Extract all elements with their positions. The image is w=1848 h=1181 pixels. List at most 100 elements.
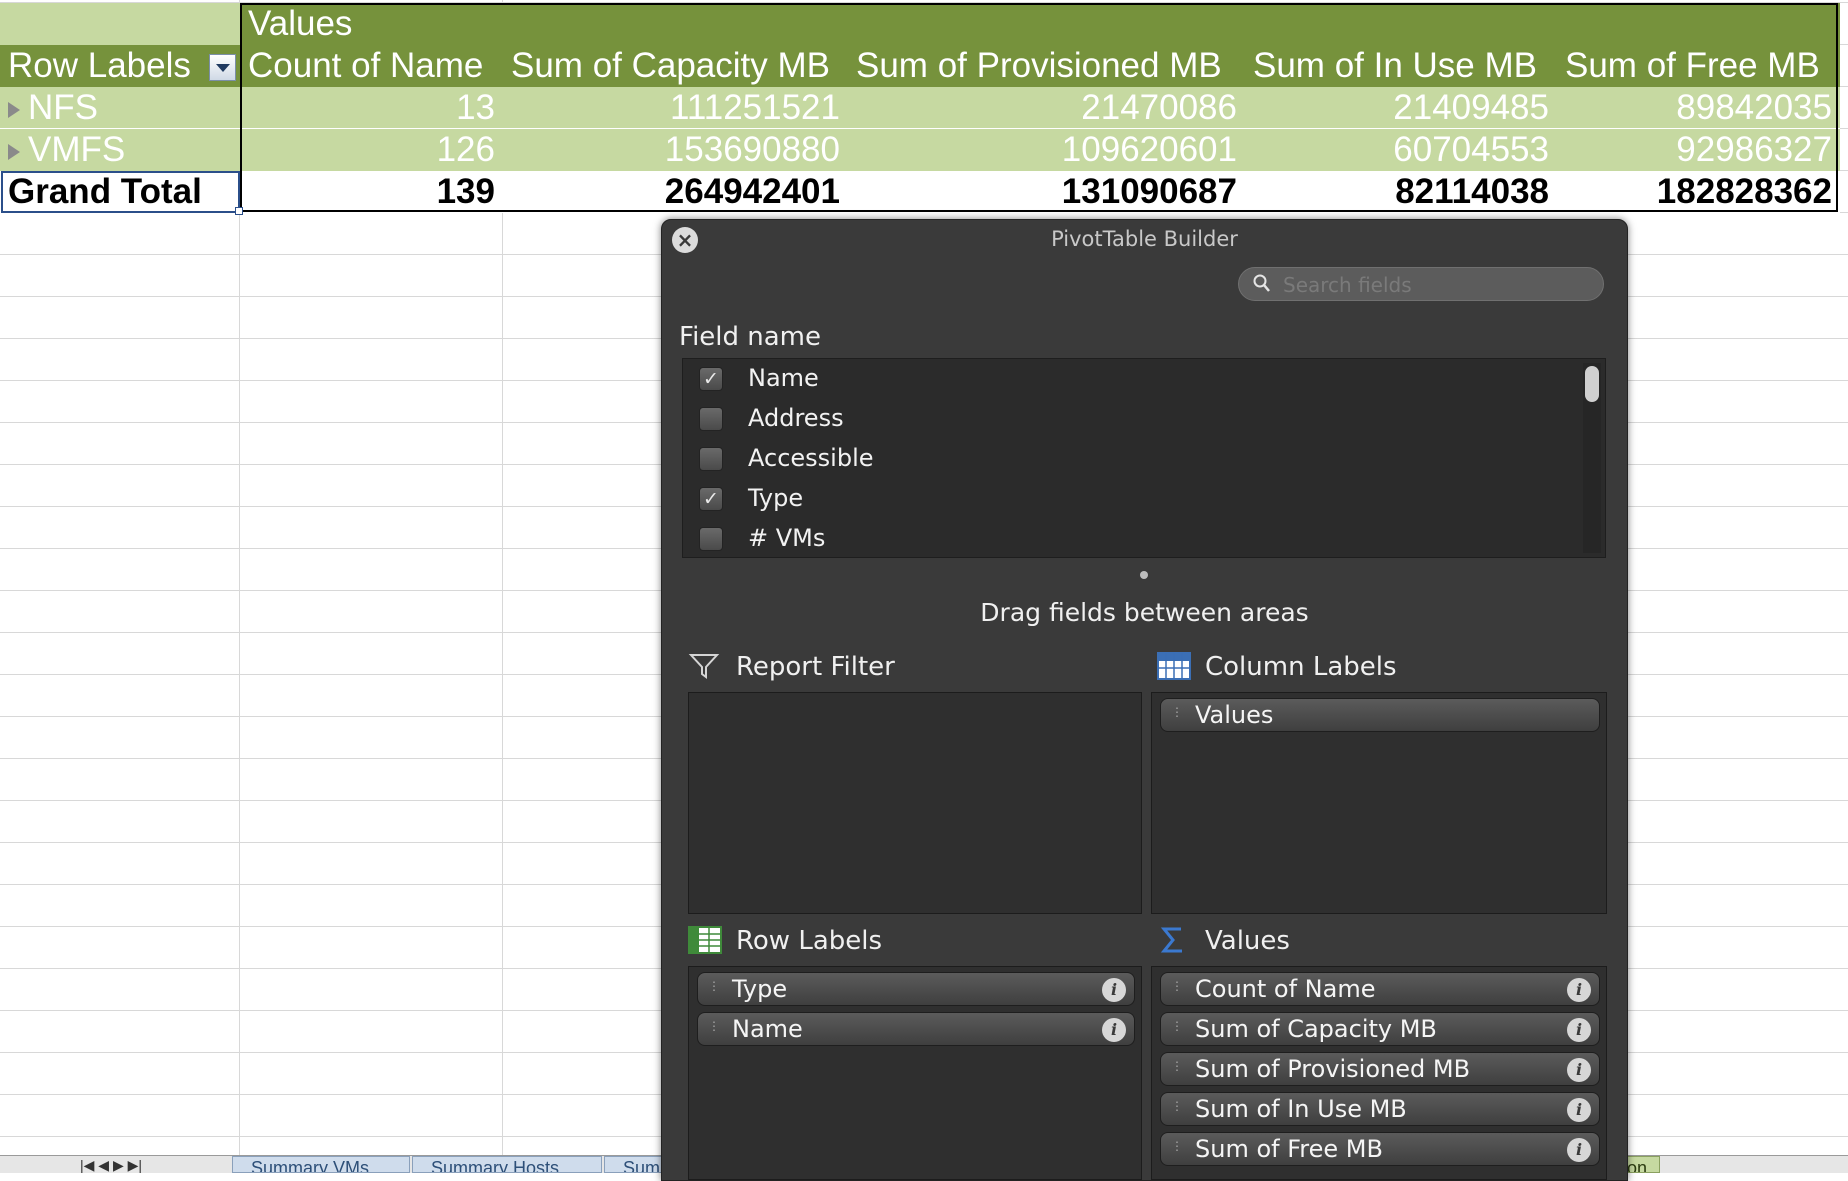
fill-handle[interactable] xyxy=(235,207,243,215)
drag-grip-icon: ⋮ xyxy=(708,979,720,993)
field-label: # VMs xyxy=(748,524,826,552)
splitter-handle[interactable] xyxy=(1140,571,1148,579)
checkbox-checked[interactable]: ✓ xyxy=(699,487,723,511)
field-list[interactable]: ✓ Name Address Accessible ✓ Type # VMs xyxy=(682,358,1606,558)
chip-label: Name xyxy=(732,1015,803,1043)
cell-value[interactable]: 92986327 xyxy=(1557,129,1840,171)
info-icon[interactable]: i xyxy=(1567,1058,1591,1082)
area-title: Row Labels xyxy=(736,926,883,956)
row-labels-filter-dropdown[interactable] xyxy=(209,54,236,81)
cell-value[interactable]: 21470086 xyxy=(848,87,1245,129)
grand-total-value[interactable]: 182828362 xyxy=(1557,171,1840,213)
row-labels-header-text: Row Labels xyxy=(8,46,191,85)
search-input[interactable] xyxy=(1281,272,1585,298)
row-labels-header[interactable]: Row Labels xyxy=(0,45,240,87)
row-labels-heading: Row Labels xyxy=(688,926,1088,960)
grand-total-value[interactable]: 139 xyxy=(240,171,503,213)
row-label-nfs[interactable]: NFS xyxy=(0,87,240,129)
sheet-nav-buttons[interactable]: |◀ ◀ ▶ ▶| xyxy=(80,1157,142,1174)
info-icon[interactable]: i xyxy=(1567,1098,1591,1122)
col-header-sum-provisioned[interactable]: Sum of Provisioned MB xyxy=(848,45,1245,87)
field-label: Name xyxy=(748,364,819,392)
drag-grip-icon: ⋮ xyxy=(1171,1099,1183,1113)
column-labels-chip-values[interactable]: ⋮ Values xyxy=(1160,698,1600,732)
col-header-sum-free[interactable]: Sum of Free MB xyxy=(1557,45,1840,87)
values-dropzone[interactable]: ⋮ Count of Name i ⋮ Sum of Capacity MB i… xyxy=(1151,966,1607,1180)
pivottable-builder-panel[interactable]: PivotTable Builder × Field name ✓ Name A… xyxy=(661,219,1628,1181)
chip-label: Sum of Capacity MB xyxy=(1195,1015,1437,1043)
pivot-row-nfs[interactable]: NFS 13 111251521 21470086 21409485 89842… xyxy=(0,87,1840,129)
expand-triangle-icon[interactable] xyxy=(8,101,20,118)
col-header-count-of-name[interactable]: Count of Name xyxy=(240,45,503,87)
column-labels-dropzone[interactable]: ⋮ Values xyxy=(1151,692,1607,914)
row-labels-chip-type[interactable]: ⋮ Type i xyxy=(697,972,1135,1006)
cell-value[interactable]: 21409485 xyxy=(1245,87,1557,129)
sigma-icon xyxy=(1157,924,1189,956)
info-icon[interactable]: i xyxy=(1102,978,1126,1002)
report-filter-dropzone[interactable] xyxy=(688,692,1142,914)
field-name-heading: Field name xyxy=(679,322,822,352)
row-labels-dropzone[interactable]: ⋮ Type i ⋮ Name i xyxy=(688,966,1142,1180)
search-icon xyxy=(1253,274,1271,299)
search-field[interactable] xyxy=(1238,267,1604,301)
cell-value[interactable]: 60704553 xyxy=(1245,129,1557,171)
cell-value[interactable]: 126 xyxy=(240,129,503,171)
drag-grip-icon: ⋮ xyxy=(708,1019,720,1033)
field-item-accessible[interactable]: Accessible xyxy=(683,439,1563,479)
cell-value[interactable]: 109620601 xyxy=(848,129,1245,171)
sheet-tab-summary-vms[interactable]: Summary VMs xyxy=(232,1156,410,1173)
row-label-vmfs[interactable]: VMFS xyxy=(0,129,240,171)
values-heading: Values xyxy=(1157,926,1577,960)
values-chip-sum-provisioned[interactable]: ⋮ Sum of Provisioned MB i xyxy=(1160,1052,1600,1086)
drag-grip-icon: ⋮ xyxy=(1171,1019,1183,1033)
values-chip-sum-free[interactable]: ⋮ Sum of Free MB i xyxy=(1160,1132,1600,1166)
scrollbar-thumb[interactable] xyxy=(1585,366,1599,402)
info-icon[interactable]: i xyxy=(1567,1018,1591,1042)
grand-total-value[interactable]: 82114038 xyxy=(1245,171,1557,213)
checkbox-unchecked[interactable] xyxy=(699,407,723,431)
cell-value[interactable]: 111251521 xyxy=(503,87,848,129)
column-grid-icon xyxy=(1157,650,1191,682)
report-filter-heading: Report Filter xyxy=(688,652,1088,686)
cell-value[interactable]: 153690880 xyxy=(503,129,848,171)
cell-value[interactable]: 89842035 xyxy=(1557,87,1840,129)
checkbox-unchecked[interactable] xyxy=(699,447,723,471)
col-header-sum-capacity[interactable]: Sum of Capacity MB xyxy=(503,45,848,87)
chip-label: Count of Name xyxy=(1195,975,1376,1003)
field-item-vms[interactable]: # VMs xyxy=(683,519,1563,559)
info-icon[interactable]: i xyxy=(1102,1018,1126,1042)
area-title: Report Filter xyxy=(736,652,895,682)
chip-label: Sum of Provisioned MB xyxy=(1195,1055,1471,1083)
values-chip-sum-capacity[interactable]: ⋮ Sum of Capacity MB i xyxy=(1160,1012,1600,1046)
values-chip-count-of-name[interactable]: ⋮ Count of Name i xyxy=(1160,972,1600,1006)
chip-label: Type xyxy=(732,975,788,1003)
grand-total-value[interactable]: 264942401 xyxy=(503,171,848,213)
row-grid-icon xyxy=(688,924,722,956)
field-label: Type xyxy=(748,484,804,512)
sheet-tab-summary-hosts[interactable]: Summary Hosts xyxy=(412,1156,602,1173)
field-list-scrollbar[interactable] xyxy=(1583,363,1601,553)
checkbox-checked[interactable]: ✓ xyxy=(699,367,723,391)
close-icon[interactable]: × xyxy=(672,227,698,253)
grand-total-value[interactable]: 131090687 xyxy=(848,171,1245,213)
chip-label: Sum of Free MB xyxy=(1195,1135,1383,1163)
panel-title: PivotTable Builder xyxy=(1051,227,1238,251)
checkbox-unchecked[interactable] xyxy=(699,527,723,551)
values-header[interactable]: Values xyxy=(240,3,1840,45)
row-label-text: NFS xyxy=(28,88,98,127)
field-item-name[interactable]: ✓ Name xyxy=(683,359,1563,399)
pivot-row-vmfs[interactable]: VMFS 126 153690880 109620601 60704553 92… xyxy=(0,129,1840,171)
col-header-sum-in-use[interactable]: Sum of In Use MB xyxy=(1245,45,1557,87)
pivot-corner-cell[interactable] xyxy=(0,3,240,45)
chip-label: Sum of In Use MB xyxy=(1195,1095,1407,1123)
cell-value[interactable]: 13 xyxy=(240,87,503,129)
pivot-row-grand-total[interactable]: Grand Total 139 264942401 131090687 8211… xyxy=(0,171,1840,213)
field-item-address[interactable]: Address xyxy=(683,399,1563,439)
field-item-type[interactable]: ✓ Type xyxy=(683,479,1563,519)
values-chip-sum-in-use[interactable]: ⋮ Sum of In Use MB i xyxy=(1160,1092,1600,1126)
info-icon[interactable]: i xyxy=(1567,1138,1591,1162)
info-icon[interactable]: i xyxy=(1567,978,1591,1002)
row-labels-chip-name[interactable]: ⋮ Name i xyxy=(697,1012,1135,1046)
expand-triangle-icon[interactable] xyxy=(8,143,20,160)
row-label-text: VMFS xyxy=(28,130,126,169)
